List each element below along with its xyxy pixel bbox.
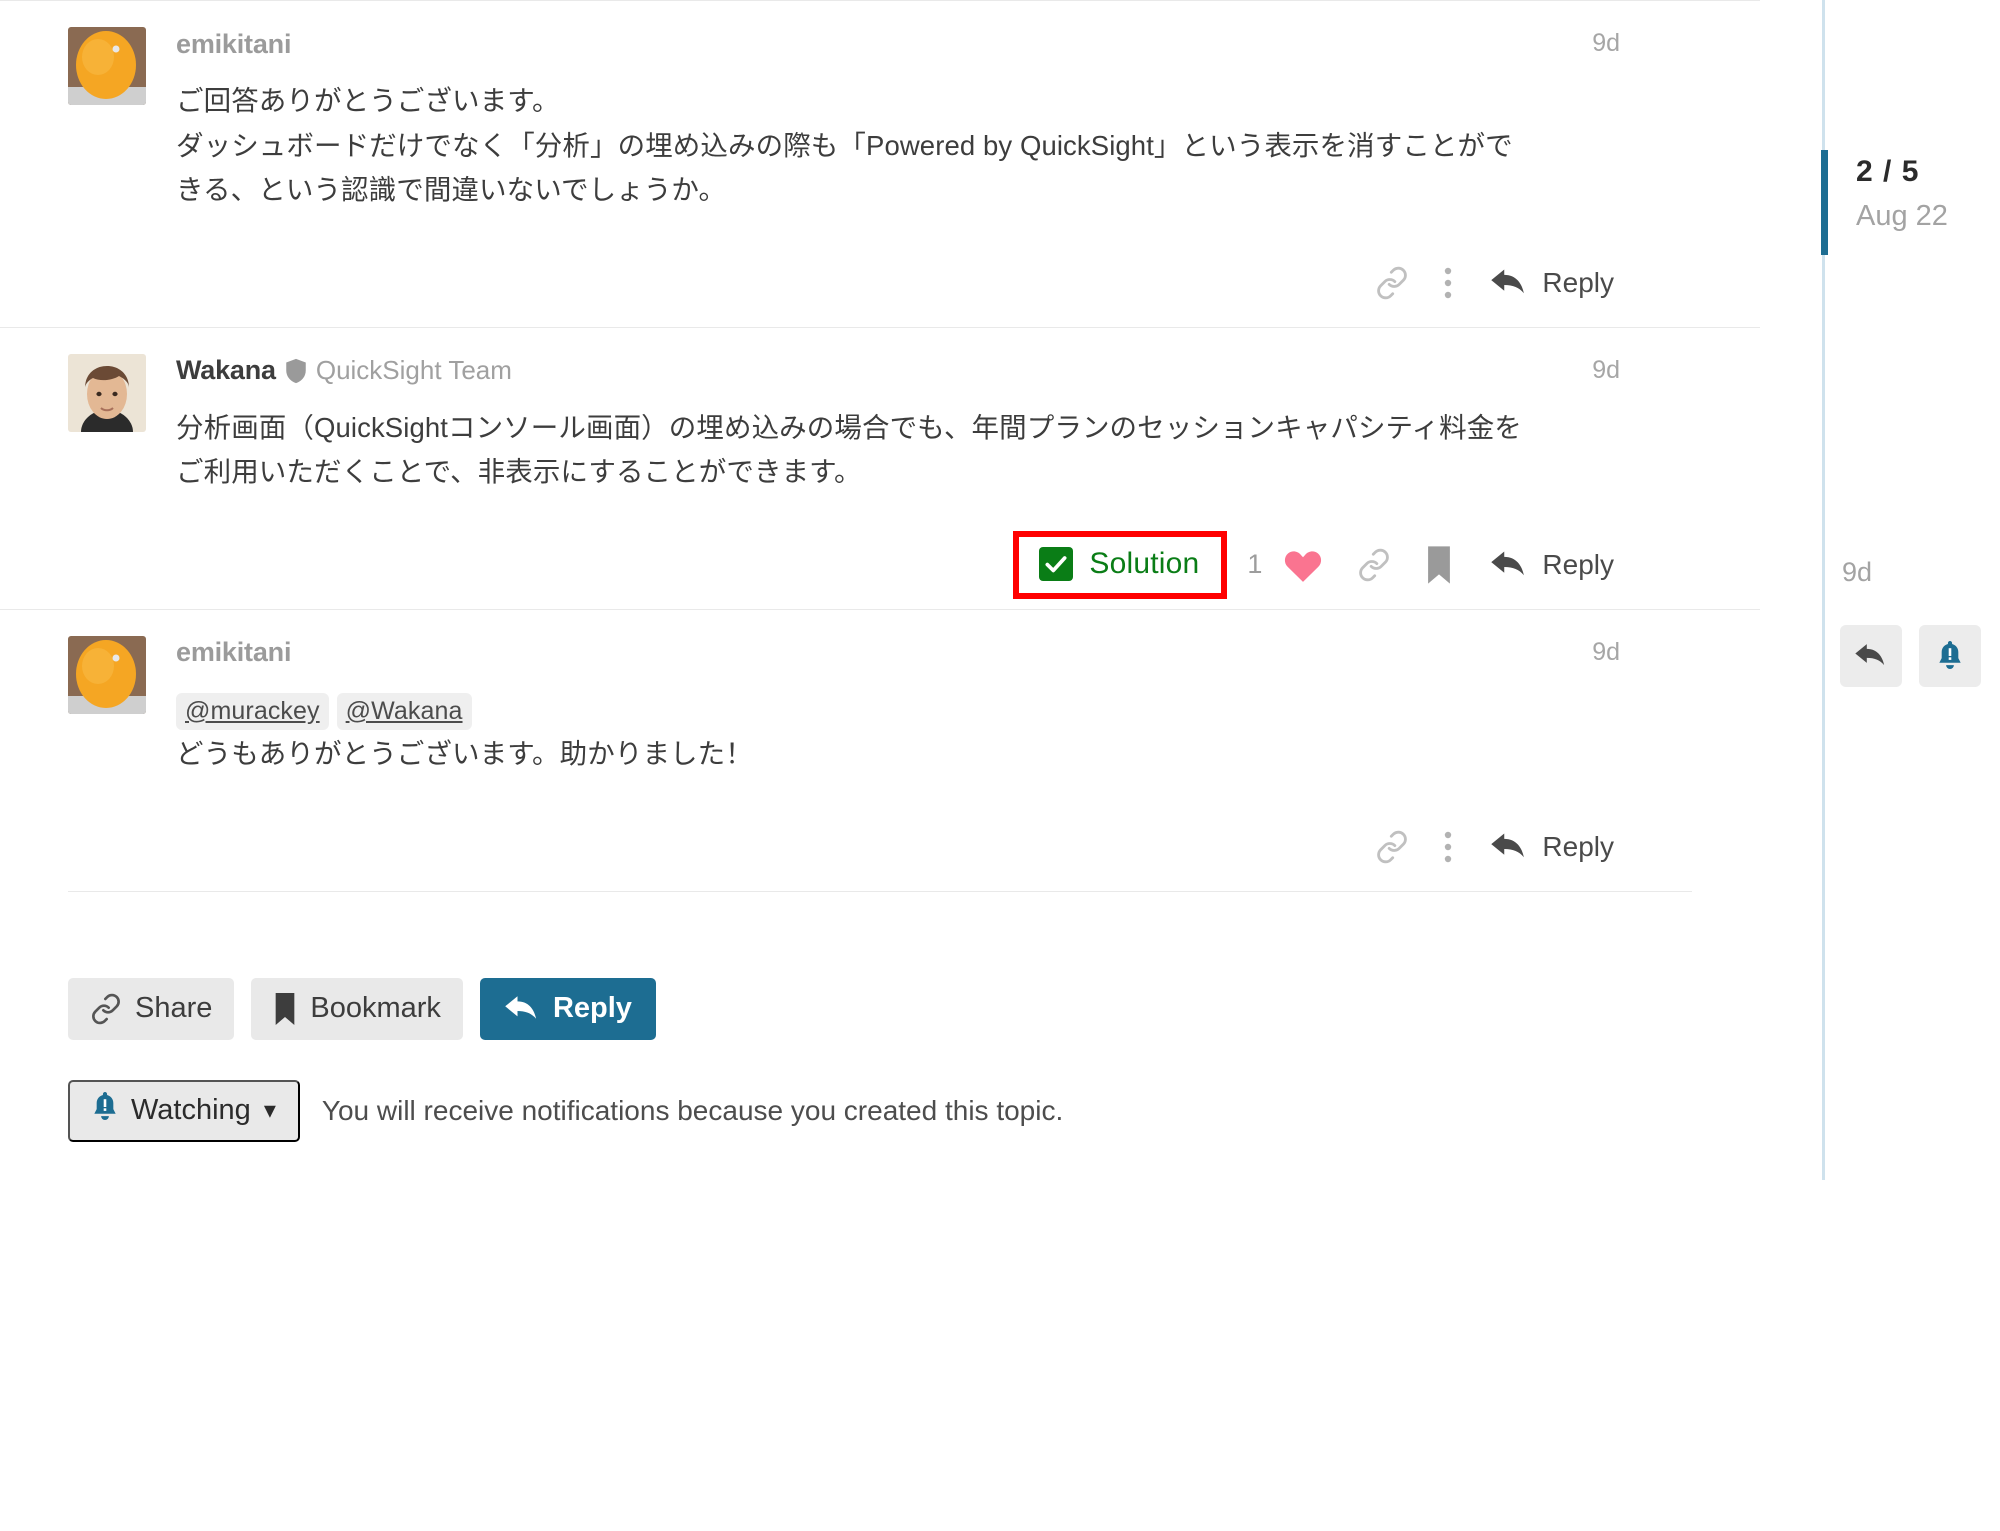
topic-reply-button[interactable]: Reply — [479, 977, 656, 1040]
post-date[interactable]: 9d — [1592, 356, 1620, 385]
solution-button[interactable]: Solution — [1013, 530, 1228, 599]
post-line: 分析画面（QuickSightコンソール画面）の埋め込みの場合でも、年間プランの… — [176, 411, 1522, 443]
avatar[interactable] — [68, 635, 146, 714]
copy-link-button[interactable] — [1358, 819, 1426, 875]
post-date[interactable]: 9d — [1592, 638, 1620, 667]
post-1: emikitani 9d ご回答ありがとうございます。 ダッシュボードだけでなく… — [0, 0, 1760, 327]
reply-button[interactable]: Reply — [1470, 537, 1620, 593]
post-username[interactable]: emikitani — [176, 637, 291, 668]
bookmark-icon — [1425, 546, 1453, 584]
post-stream: emikitani 9d ご回答ありがとうございます。 ダッシュボードだけでなく… — [0, 0, 1760, 1531]
bookmark-button[interactable]: Bookmark — [251, 977, 463, 1040]
link-icon — [1375, 830, 1409, 864]
link-icon — [1375, 266, 1409, 300]
post-line: きる、という認識で間違いないでしょうか。 — [176, 174, 727, 206]
topic-footer: Share Bookmark Reply Watching ▾ You will… — [68, 890, 1692, 1142]
reply-arrow-icon — [1490, 549, 1528, 581]
link-icon — [90, 993, 122, 1025]
share-label: Share — [135, 992, 213, 1025]
timeline-date: Aug 22 — [1856, 200, 1948, 232]
like-button[interactable] — [1266, 537, 1340, 593]
link-icon — [1357, 548, 1391, 582]
bookmark-button[interactable] — [1408, 537, 1470, 593]
post-header: Wakana QuickSight Team 9d — [176, 350, 1620, 392]
post-actions: Reply — [176, 253, 1620, 313]
copy-link-button[interactable] — [1358, 255, 1426, 311]
timeline-last-activity: 9d — [1842, 557, 1873, 587]
topic-timeline[interactable]: 2 / 5 Aug 22 9d — [1821, 0, 2000, 1531]
notification-reason: You will receive notifications because y… — [321, 1094, 1064, 1126]
post-header: emikitani 9d — [176, 23, 1620, 65]
post-date[interactable]: 9d — [1592, 29, 1620, 58]
notifications-row: Watching ▾ You will receive notification… — [68, 1079, 1692, 1142]
bookmark-label: Bookmark — [310, 992, 441, 1025]
reply-arrow-icon — [504, 994, 540, 1024]
bookmark-icon — [273, 992, 297, 1025]
reply-label: Reply — [552, 992, 632, 1025]
post-line: ダッシュボードだけでなく「分析」の埋め込みの際も「Powered by Quic… — [176, 129, 1513, 161]
post-username[interactable]: emikitani — [176, 29, 291, 60]
post-line: どうもありがとうございます。助かりました！ — [176, 738, 753, 770]
user-title: QuickSight Team — [315, 355, 512, 386]
topic-page: emikitani 9d ご回答ありがとうございます。 ダッシュボードだけでなく… — [0, 0, 2000, 1531]
like-count: 1 — [1247, 549, 1263, 580]
bell-exclamation-icon — [92, 1091, 118, 1131]
post-more-button[interactable] — [1426, 819, 1470, 875]
reply-arrow-icon — [1854, 642, 1888, 670]
avatar[interactable] — [68, 27, 146, 105]
post-2: Wakana QuickSight Team 9d 分析画面（QuickSigh… — [0, 326, 1760, 609]
ellipsis-vertical-icon — [1443, 829, 1453, 865]
ellipsis-vertical-icon — [1443, 265, 1453, 301]
mention-link[interactable]: @Wakana — [336, 692, 472, 730]
heart-icon — [1283, 547, 1323, 583]
solution-highlight: Solution — [1013, 530, 1228, 599]
solution-label: Solution — [1089, 546, 1200, 580]
reply-label: Reply — [1542, 266, 1614, 298]
timeline-reply-button[interactable] — [1840, 625, 1902, 687]
reply-arrow-icon — [1490, 267, 1528, 299]
reply-button[interactable]: Reply — [1470, 255, 1620, 311]
reply-button[interactable]: Reply — [1470, 819, 1620, 875]
post-actions: Reply — [176, 817, 1620, 877]
post-actions: Solution 1 Reply — [176, 530, 1620, 599]
timeline-notifications-button[interactable] — [1919, 625, 1981, 687]
chevron-down-icon: ▾ — [263, 1097, 276, 1125]
notifications-dropdown[interactable]: Watching ▾ — [68, 1079, 300, 1142]
check-square-icon — [1039, 546, 1074, 581]
post-header: emikitani 9d — [176, 632, 1620, 674]
reply-label: Reply — [1542, 548, 1614, 580]
post-3: emikitani 9d @murackey @Wakana どうもありがとうござ… — [0, 608, 1760, 891]
timeline-position: 2 / 5 — [1856, 155, 1920, 188]
mention-row: @murackey @Wakana — [176, 688, 1620, 733]
post-content: ご回答ありがとうございます。 ダッシュボードだけでなく「分析」の埋め込みの際も「… — [176, 79, 1620, 213]
timeline-handle[interactable] — [1821, 150, 1828, 255]
avatar[interactable] — [68, 353, 146, 432]
share-button[interactable]: Share — [68, 977, 235, 1040]
bell-exclamation-icon — [1937, 640, 1963, 672]
watching-label: Watching — [131, 1094, 251, 1127]
shield-icon — [285, 358, 307, 384]
post-line: ご回答ありがとうございます。 — [176, 85, 560, 116]
mention-link[interactable]: @murackey — [176, 692, 329, 730]
post-username[interactable]: Wakana — [176, 355, 276, 386]
copy-link-button[interactable] — [1340, 537, 1408, 593]
reply-label: Reply — [1542, 830, 1614, 862]
post-content: @murackey @Wakana どうもありがとうございます。助かりました！ — [176, 688, 1620, 777]
timeline-controls — [1840, 625, 1981, 687]
post-line: ご利用いただくことで、非表示にすることができます。 — [176, 456, 862, 488]
reply-arrow-icon — [1490, 831, 1528, 863]
post-more-button[interactable] — [1426, 255, 1470, 311]
post-content: 分析画面（QuickSightコンソール画面）の埋め込みの場合でも、年間プランの… — [176, 406, 1620, 495]
topic-footer-buttons: Share Bookmark Reply — [68, 892, 1692, 1040]
